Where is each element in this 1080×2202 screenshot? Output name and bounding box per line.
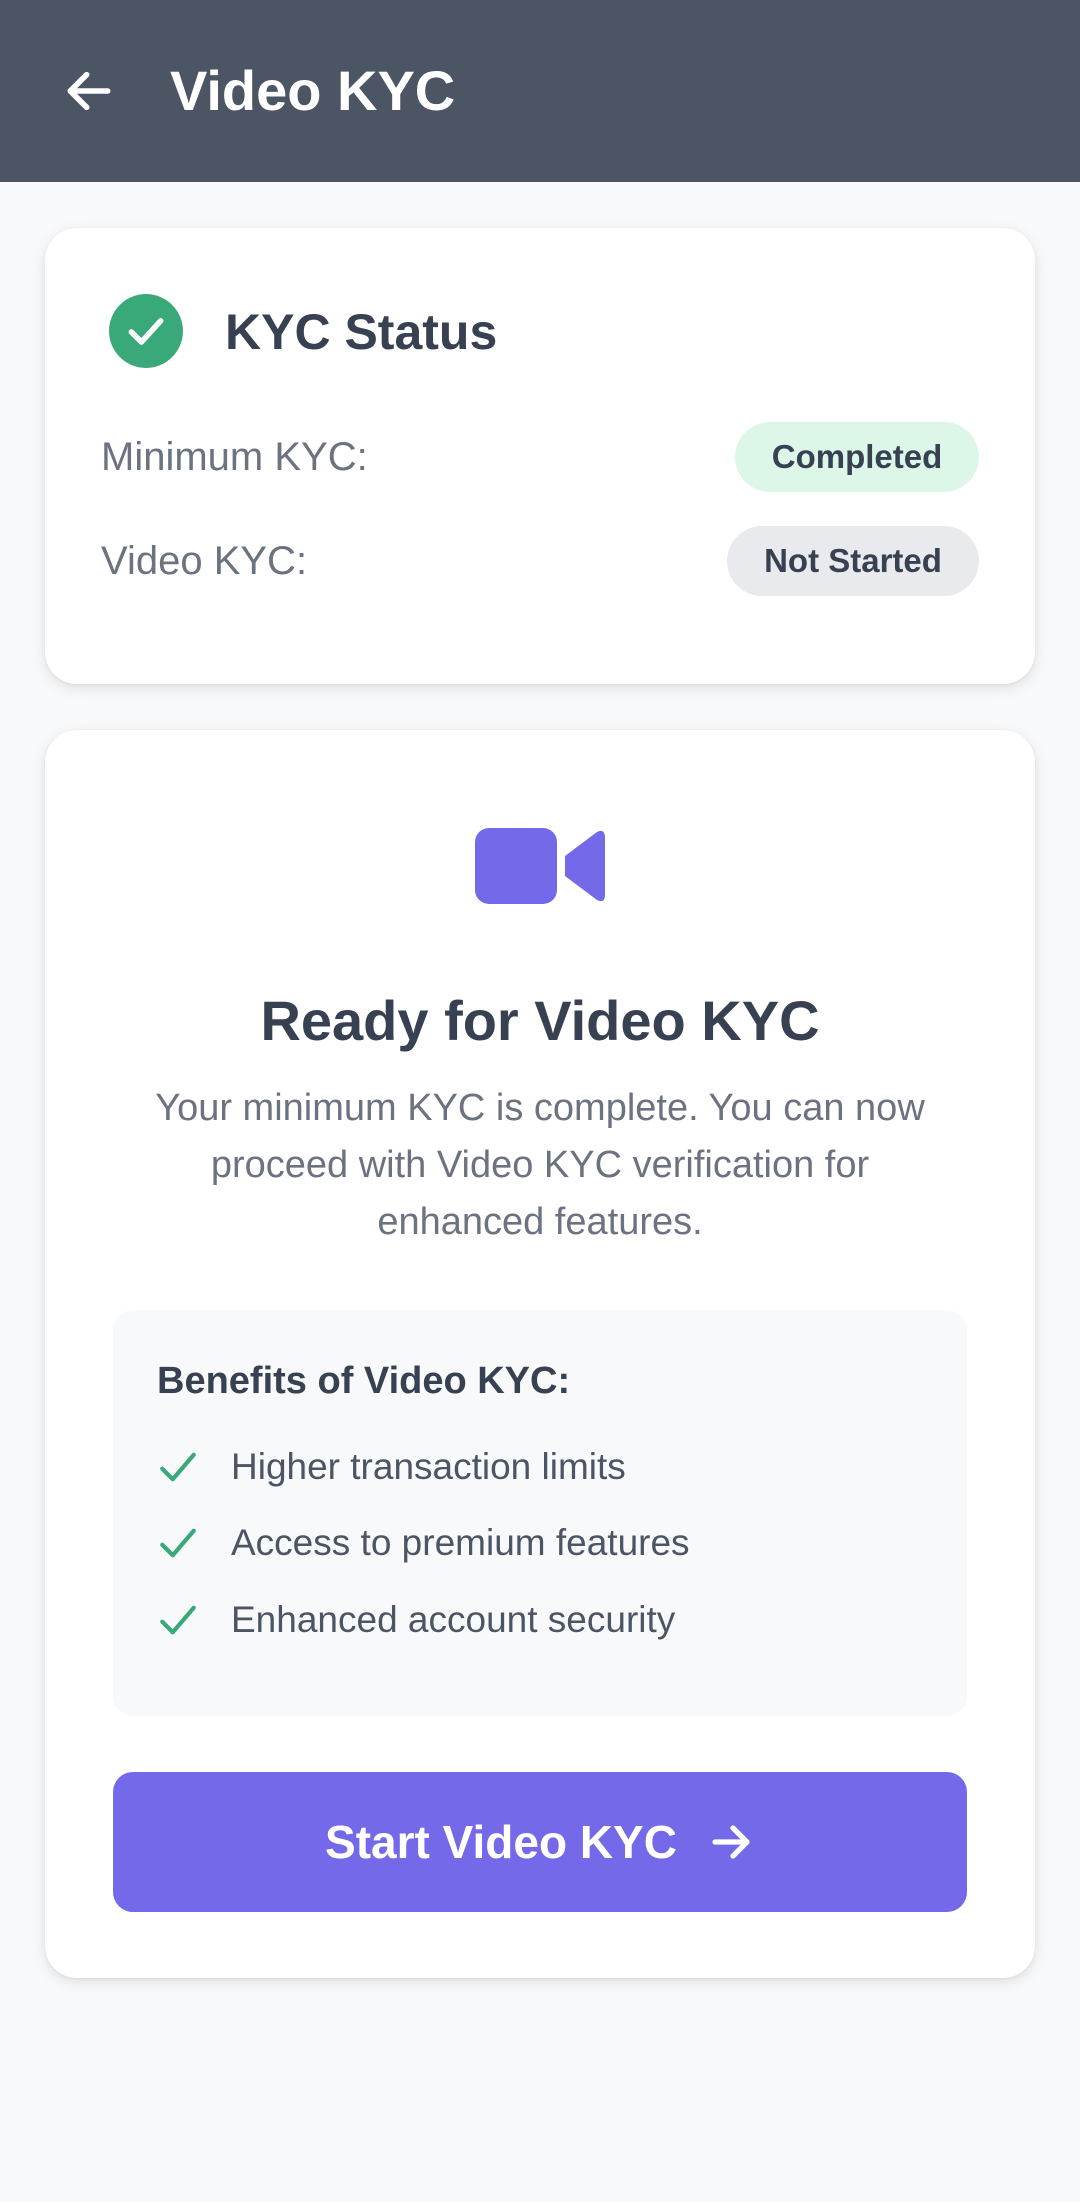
benefit-item: Higher transaction limits bbox=[157, 1442, 626, 1492]
checkmark-icon bbox=[160, 1452, 196, 1482]
check-circle-icon bbox=[109, 294, 183, 368]
kyc-status-card: KYC Status Minimum KYC: Completed Video … bbox=[45, 228, 1035, 684]
start-video-kyc-button[interactable]: Start Video KYC bbox=[113, 1772, 967, 1912]
video-kyc-status-badge: Not Started bbox=[727, 526, 979, 596]
minimum-kyc-status-badge: Completed bbox=[735, 422, 979, 492]
checkmark-icon bbox=[160, 1528, 196, 1558]
arrow-left-icon bbox=[67, 71, 111, 111]
minimum-kyc-label: Minimum KYC: bbox=[101, 435, 368, 479]
benefit-text: Access to premium features bbox=[231, 1522, 690, 1563]
app-bar: Video KYC bbox=[0, 0, 1080, 182]
checkmark-icon bbox=[160, 1605, 196, 1635]
ready-description: Your minimum KYC is complete. You can no… bbox=[155, 1087, 925, 1243]
kyc-status-title: KYC Status bbox=[225, 304, 498, 360]
video-camera-icon bbox=[475, 828, 605, 904]
benefit-item: Access to premium features bbox=[157, 1518, 690, 1568]
benefit-text: Enhanced account security bbox=[231, 1599, 676, 1640]
video-kyc-card: Ready for Video KYC Your minimum KYC is … bbox=[45, 730, 1035, 1978]
benefits-title: Benefits of Video KYC: bbox=[157, 1360, 571, 1402]
benefits-box: Benefits of Video KYC: Higher transactio… bbox=[113, 1310, 967, 1716]
back-button[interactable] bbox=[56, 58, 122, 124]
start-video-kyc-label: Start Video KYC bbox=[325, 1816, 677, 1868]
page-title: Video KYC bbox=[170, 59, 456, 122]
benefit-item: Enhanced account security bbox=[157, 1595, 675, 1645]
benefit-text: Higher transaction limits bbox=[231, 1446, 626, 1487]
ready-title: Ready for Video KYC bbox=[260, 989, 820, 1052]
video-kyc-label: Video KYC: bbox=[101, 539, 308, 583]
arrow-right-icon bbox=[712, 1825, 750, 1859]
